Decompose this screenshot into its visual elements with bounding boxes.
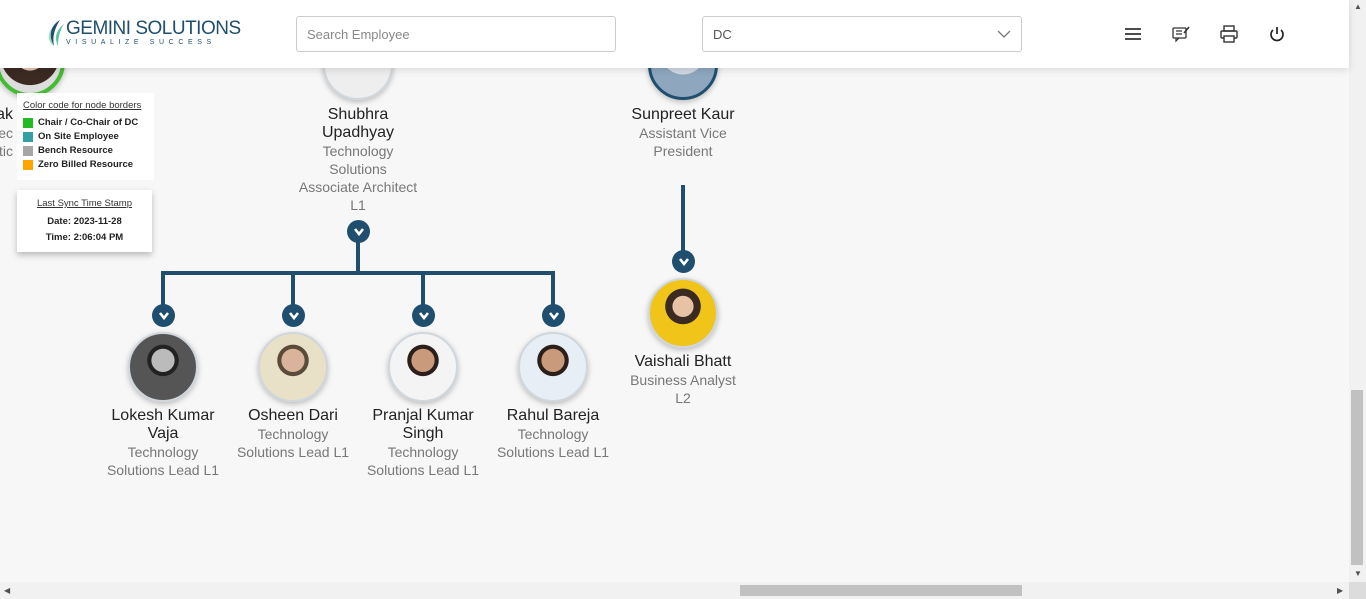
legend-label: Zero Billed Resource (38, 159, 134, 170)
chevron-down-icon (997, 30, 1011, 38)
color-swatch (23, 145, 33, 156)
legend-item: Zero Billed Resource (23, 159, 148, 170)
legend-item: Bench Resource (23, 145, 148, 156)
employee-node-lokesh[interactable]: Lokesh Kumar Vaja Technology Solutions L… (98, 407, 228, 479)
legend-item: On Site Employee (23, 131, 148, 142)
logo-text: GEMINI SOLUTIONS (66, 18, 241, 39)
horizontal-scrollbar[interactable]: ◀ ▶ (0, 582, 1349, 599)
employee-title: Assistant Vice President (639, 125, 727, 159)
horizontal-scroll-thumb[interactable] (740, 585, 1022, 596)
logo-tagline: VISUALIZE SUCCESS (66, 39, 216, 46)
sync-time: Time: 2:06:04 PM (45, 232, 124, 243)
employee-level: L2 (675, 390, 691, 406)
legend-label: Chair / Co-Chair of DC (38, 117, 139, 128)
avatar[interactable] (388, 332, 458, 402)
connector-line (161, 271, 165, 307)
employee-name: Osheen Dari (248, 407, 338, 424)
sync-date: Date: 2023-11-28 (47, 216, 122, 227)
avatar[interactable] (648, 278, 718, 348)
color-swatch (23, 131, 33, 142)
scrollbar-corner (1349, 582, 1366, 599)
connector-line (291, 271, 295, 307)
legend-title: Color code for node borders (23, 100, 142, 111)
color-swatch (23, 117, 33, 128)
legend-item: Chair / Co-Chair of DC (23, 117, 148, 128)
connector-line (161, 271, 555, 275)
color-swatch (23, 159, 33, 170)
color-legend: Color code for node borders Chair / Co-C… (17, 93, 154, 180)
search-input[interactable] (296, 16, 616, 52)
employee-title: Technology Solutions Lead L1 (366, 444, 480, 478)
vertical-scrollbar[interactable]: ▲ ▼ (1349, 0, 1366, 582)
employee-level: L1 (350, 197, 366, 213)
vertical-scroll-thumb[interactable] (1351, 390, 1363, 565)
feedback-icon[interactable] (1171, 24, 1191, 44)
employee-name: Rahul Bareja (506, 407, 600, 424)
employee-node-sunpreet[interactable]: Sunpreet Kaur Assistant Vice President (618, 106, 748, 160)
legend-label: On Site Employee (38, 131, 119, 142)
employee-node-vaishali[interactable]: Vaishali Bhatt Business Analyst L2 (618, 353, 748, 407)
employee-name: Lokesh Kumar Vaja (111, 407, 215, 442)
expand-toggle-icon[interactable] (347, 220, 370, 243)
power-icon[interactable] (1267, 24, 1287, 44)
legend-label: Bench Resource (38, 145, 113, 156)
dc-select[interactable]: DC (702, 16, 1022, 52)
employee-department: Technology Solutions (322, 143, 394, 177)
expand-toggle-icon[interactable] (152, 304, 175, 327)
scroll-down-icon[interactable]: ▼ (1354, 569, 1362, 578)
sync-timestamp-card: Last Sync Time Stamp Date: 2023-11-28 Ti… (17, 190, 152, 252)
employee-title: Technology Solutions Lead L1 (106, 444, 220, 478)
logo-leaf-icon (48, 20, 64, 46)
expand-toggle-icon[interactable] (672, 250, 695, 273)
dc-select-value: DC (713, 26, 732, 42)
employee-node-osheen[interactable]: Osheen Dari Technology Solutions Lead L1 (228, 407, 358, 461)
scroll-left-icon[interactable]: ◀ (4, 586, 10, 595)
connector-line (421, 271, 425, 307)
employee-title: Technology Solutions Lead L1 (496, 426, 610, 460)
employee-node-rahul[interactable]: Rahul Bareja Technology Solutions Lead L… (488, 407, 618, 461)
employee-title: Technology Solutions Lead L1 (236, 426, 350, 460)
employee-name: Sunpreet Kaur (631, 106, 735, 123)
connector-line (356, 240, 360, 274)
scroll-right-icon[interactable]: ▶ (1337, 586, 1343, 595)
expand-toggle-icon[interactable] (282, 304, 305, 327)
print-icon[interactable] (1219, 24, 1239, 44)
employee-node-pranjal[interactable]: Pranjal Kumar Singh Technology Solutions… (358, 407, 488, 479)
employee-node-shubhra[interactable]: Shubhra Upadhyay Technology Solutions As… (293, 106, 423, 214)
avatar[interactable] (518, 332, 588, 402)
connector-line (551, 271, 555, 307)
employee-name: Vaishali Bhatt (634, 353, 732, 370)
sync-title: Last Sync Time Stamp (36, 198, 133, 209)
expand-toggle-icon[interactable] (412, 304, 435, 327)
logo[interactable]: GEMINI SOLUTIONS VISUALIZE SUCCESS (46, 18, 241, 48)
avatar[interactable] (258, 332, 328, 402)
menu-icon[interactable] (1123, 24, 1143, 44)
scroll-up-icon[interactable]: ▲ (1354, 2, 1362, 11)
employee-name: Pranjal Kumar Singh (372, 407, 474, 442)
connector-line (681, 185, 685, 253)
avatar[interactable] (128, 332, 198, 402)
header: GEMINI SOLUTIONS VISUALIZE SUCCESS DC (0, 0, 1349, 68)
employee-title: Business Analyst (630, 372, 736, 388)
employee-name: Shubhra Upadhyay (321, 106, 395, 141)
employee-title: Associate Architect (298, 179, 418, 195)
expand-toggle-icon[interactable] (542, 304, 565, 327)
